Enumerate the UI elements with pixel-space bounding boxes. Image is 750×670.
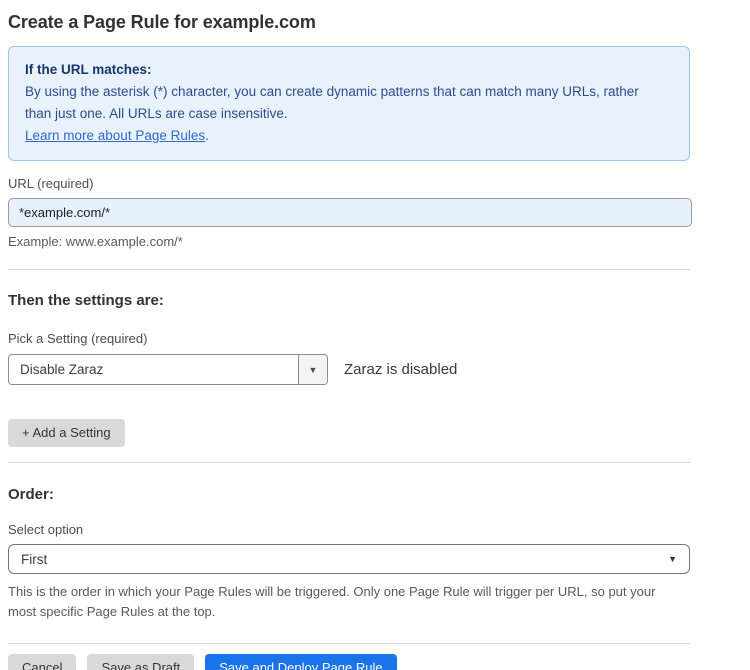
setting-select[interactable]: Disable Zaraz ▼ [8, 354, 328, 385]
setting-status-text: Zaraz is disabled [344, 361, 457, 378]
info-box-body: By using the asterisk (*) character, you… [25, 81, 665, 125]
url-match-info-box: If the URL matches: By using the asteris… [8, 46, 690, 161]
url-example-hint: Example: www.example.com/* [8, 234, 690, 249]
info-box-heading: If the URL matches: [25, 59, 673, 81]
page-rule-form: Create a Page Rule for example.com If th… [0, 0, 750, 670]
order-select-value: First [21, 552, 668, 567]
settings-section-heading: Then the settings are: [8, 292, 690, 309]
form-actions: Cancel Save as Draft Save and Deploy Pag… [8, 654, 690, 670]
caret-down-icon: ▼ [668, 554, 677, 564]
divider [8, 269, 690, 270]
cancel-button[interactable]: Cancel [8, 654, 76, 670]
page-title: Create a Page Rule for example.com [8, 12, 690, 33]
add-setting-button[interactable]: + Add a Setting [8, 419, 125, 447]
caret-down-icon[interactable]: ▼ [298, 355, 327, 384]
url-field-label: URL (required) [8, 176, 690, 191]
setting-row: Disable Zaraz ▼ Zaraz is disabled [8, 354, 690, 385]
save-as-draft-button[interactable]: Save as Draft [87, 654, 194, 670]
order-section-heading: Order: [8, 486, 690, 503]
info-box-link-line: Learn more about Page Rules. [25, 125, 673, 147]
divider [8, 462, 690, 463]
setting-select-value: Disable Zaraz [9, 355, 298, 384]
save-and-deploy-button[interactable]: Save and Deploy Page Rule [205, 654, 396, 670]
link-period: . [205, 128, 209, 143]
learn-more-link[interactable]: Learn more about Page Rules [25, 128, 205, 143]
order-select[interactable]: First ▼ [8, 544, 690, 574]
order-help-text: This is the order in which your Page Rul… [8, 582, 680, 622]
url-input[interactable] [8, 198, 692, 227]
setting-picker-label: Pick a Setting (required) [8, 331, 690, 346]
order-select-label: Select option [8, 522, 690, 537]
divider [8, 643, 690, 644]
